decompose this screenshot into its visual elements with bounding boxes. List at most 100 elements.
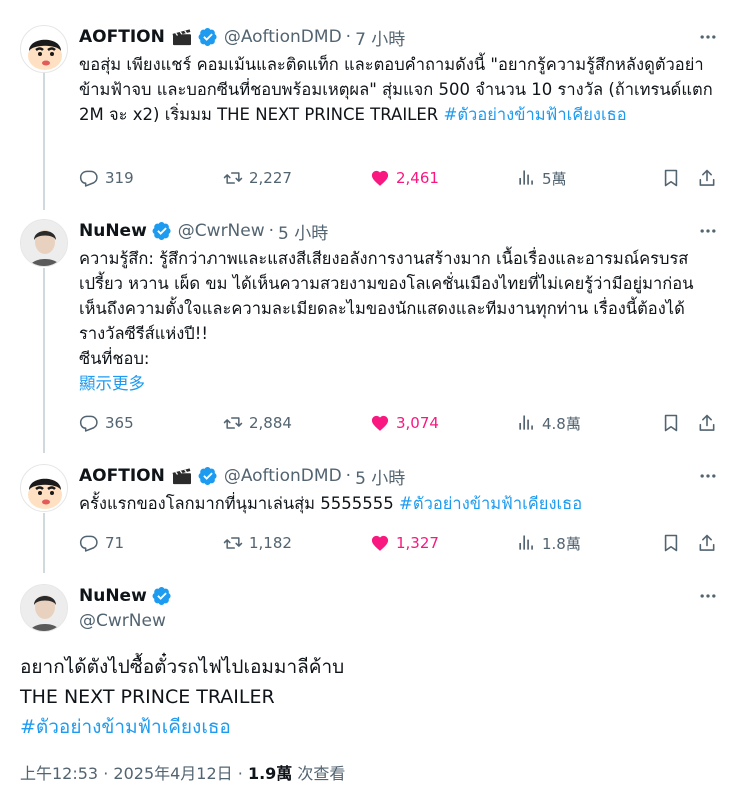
tweet-body: ความรู้สึก: รู้สึกว่าภาพและแสงสีเสียงอลั… xyxy=(79,249,694,343)
verified-badge-icon[interactable] xyxy=(152,221,172,241)
more-button[interactable] xyxy=(697,585,719,607)
retweet-button[interactable]: 2,227 xyxy=(223,166,292,190)
separator: · xyxy=(103,764,109,783)
tweet-meta: 上午12:53 · 2025年4月12日 · 1.9萬 次查看 xyxy=(20,760,345,784)
more-button[interactable] xyxy=(697,26,719,48)
verified-badge-icon[interactable] xyxy=(152,586,172,606)
retweet-icon xyxy=(223,533,243,553)
post-time[interactable]: 上午12:53 xyxy=(20,764,98,783)
share-icon xyxy=(697,168,717,188)
verified-badge-icon[interactable] xyxy=(198,27,218,47)
thread-line xyxy=(43,73,45,210)
views-icon xyxy=(516,533,536,553)
show-more-link[interactable]: 顯示更多 xyxy=(79,371,719,396)
thread-line xyxy=(43,268,45,453)
hashtag-link[interactable]: #ตัวอย่างข้ามฟ้าเคียงเธอ xyxy=(444,105,627,124)
retweet-button[interactable]: 1,182 xyxy=(223,531,292,555)
tweet-text: ครั้งแรกของโลกมากที่นุมาเล่นสุ่ม 5555555… xyxy=(79,491,719,516)
reply-button[interactable]: 319 xyxy=(79,166,134,190)
like-icon xyxy=(370,413,390,433)
reply-icon xyxy=(79,533,99,553)
user-handle[interactable]: @AoftionDMD xyxy=(224,466,342,486)
more-icon xyxy=(698,27,718,47)
bookmark-button[interactable] xyxy=(661,166,687,190)
timestamp[interactable]: 7 小時 xyxy=(355,25,405,50)
view-count-label: 次查看 xyxy=(297,764,346,783)
tweet-actions: 319 2,227 2,461 5萬 xyxy=(79,166,719,190)
like-count: 3,074 xyxy=(396,414,439,432)
hashtag-link[interactable]: #ตัวอย่างข้ามฟ้าเคียงเธอ xyxy=(20,712,720,742)
more-button[interactable] xyxy=(697,220,719,242)
tweet-header: AOFTION @AoftionDMD · 7 小時 xyxy=(79,25,405,50)
separator: · xyxy=(237,764,243,783)
retweet-button[interactable]: 2,884 xyxy=(223,411,292,435)
separator: · xyxy=(345,466,352,486)
tweet-text: ความรู้สึก: รู้สึกว่าภาพและแสงสีเสียงอลั… xyxy=(79,246,719,396)
verified-badge-icon[interactable] xyxy=(198,466,218,486)
share-button[interactable] xyxy=(697,531,723,555)
reply-button[interactable]: 71 xyxy=(79,531,124,555)
more-button[interactable] xyxy=(697,465,719,487)
reply-icon xyxy=(79,168,99,188)
retweet-count: 2,884 xyxy=(249,414,292,432)
views-count: 4.8萬 xyxy=(542,414,581,433)
share-button[interactable] xyxy=(697,411,723,435)
share-icon xyxy=(697,413,717,433)
tweet-header: NuNew @CwrNew · 5 小時 xyxy=(79,219,328,244)
bookmark-icon xyxy=(661,413,681,433)
views-button[interactable]: 5萬 xyxy=(516,166,567,190)
reply-count: 319 xyxy=(105,169,134,187)
retweet-count: 1,182 xyxy=(249,534,292,552)
views-button[interactable]: 1.8萬 xyxy=(516,531,581,555)
like-button[interactable]: 3,074 xyxy=(370,411,439,435)
display-name[interactable]: AOFTION xyxy=(79,466,165,486)
more-icon xyxy=(698,586,718,606)
share-button[interactable] xyxy=(697,166,723,190)
avatar[interactable] xyxy=(20,25,68,73)
retweet-count: 2,227 xyxy=(249,169,292,187)
more-icon xyxy=(698,221,718,241)
like-button[interactable]: 2,461 xyxy=(370,166,439,190)
main-tweet-text: อยากได้ตังไปซื้อตั๋วรถไฟไปเอมมาลีค้าบ TH… xyxy=(20,652,720,742)
timestamp[interactable]: 5 小時 xyxy=(355,464,405,489)
retweet-icon xyxy=(223,413,243,433)
clapperboard-icon xyxy=(171,467,193,485)
tweet-body-line: ซีนที่ชอบ: xyxy=(79,349,150,368)
separator: · xyxy=(268,221,275,241)
user-handle[interactable]: @CwrNew xyxy=(79,611,166,631)
main-tweet-line: THE NEXT PRINCE TRAILER xyxy=(20,686,275,708)
reply-icon xyxy=(79,413,99,433)
reply-count: 365 xyxy=(105,414,134,432)
display-name[interactable]: NuNew xyxy=(79,586,147,606)
main-tweet-line: อยากได้ตังไปซื้อตั๋วรถไฟไปเอมมาลีค้าบ xyxy=(20,656,345,678)
retweet-icon xyxy=(223,168,243,188)
timestamp[interactable]: 5 小時 xyxy=(278,219,328,244)
views-button[interactable]: 4.8萬 xyxy=(516,411,581,435)
tweet-actions: 365 2,884 3,074 4.8萬 xyxy=(79,411,719,435)
shinchan-avatar-icon xyxy=(28,39,62,70)
display-name[interactable]: NuNew xyxy=(79,221,147,241)
views-icon xyxy=(516,413,536,433)
post-date[interactable]: 2025年4月12日 xyxy=(113,764,232,783)
avatar[interactable] xyxy=(20,464,68,512)
bookmark-button[interactable] xyxy=(661,411,687,435)
share-icon xyxy=(697,533,717,553)
avatar[interactable] xyxy=(20,584,68,632)
like-count: 1,327 xyxy=(396,534,439,552)
avatar[interactable] xyxy=(20,219,68,267)
reply-button[interactable]: 365 xyxy=(79,411,134,435)
like-button[interactable]: 1,327 xyxy=(370,531,439,555)
hashtag-link[interactable]: #ตัวอย่างข้ามฟ้าเคียงเธอ xyxy=(399,494,582,513)
clapperboard-icon xyxy=(171,28,193,46)
display-name[interactable]: AOFTION xyxy=(79,27,165,47)
user-handle[interactable]: @AoftionDMD xyxy=(224,27,342,47)
views-icon xyxy=(516,168,536,188)
user-handle[interactable]: @CwrNew xyxy=(178,221,265,241)
person-avatar-icon xyxy=(21,220,67,266)
shinchan-avatar-icon xyxy=(28,478,62,509)
tweet-body: ครั้งแรกของโลกมากที่นุมาเล่นสุ่ม 5555555 xyxy=(79,494,400,513)
bookmark-button[interactable] xyxy=(661,531,687,555)
views-count: 1.8萬 xyxy=(542,534,581,553)
bookmark-icon xyxy=(661,533,681,553)
tweet-header: NuNew xyxy=(79,584,172,608)
